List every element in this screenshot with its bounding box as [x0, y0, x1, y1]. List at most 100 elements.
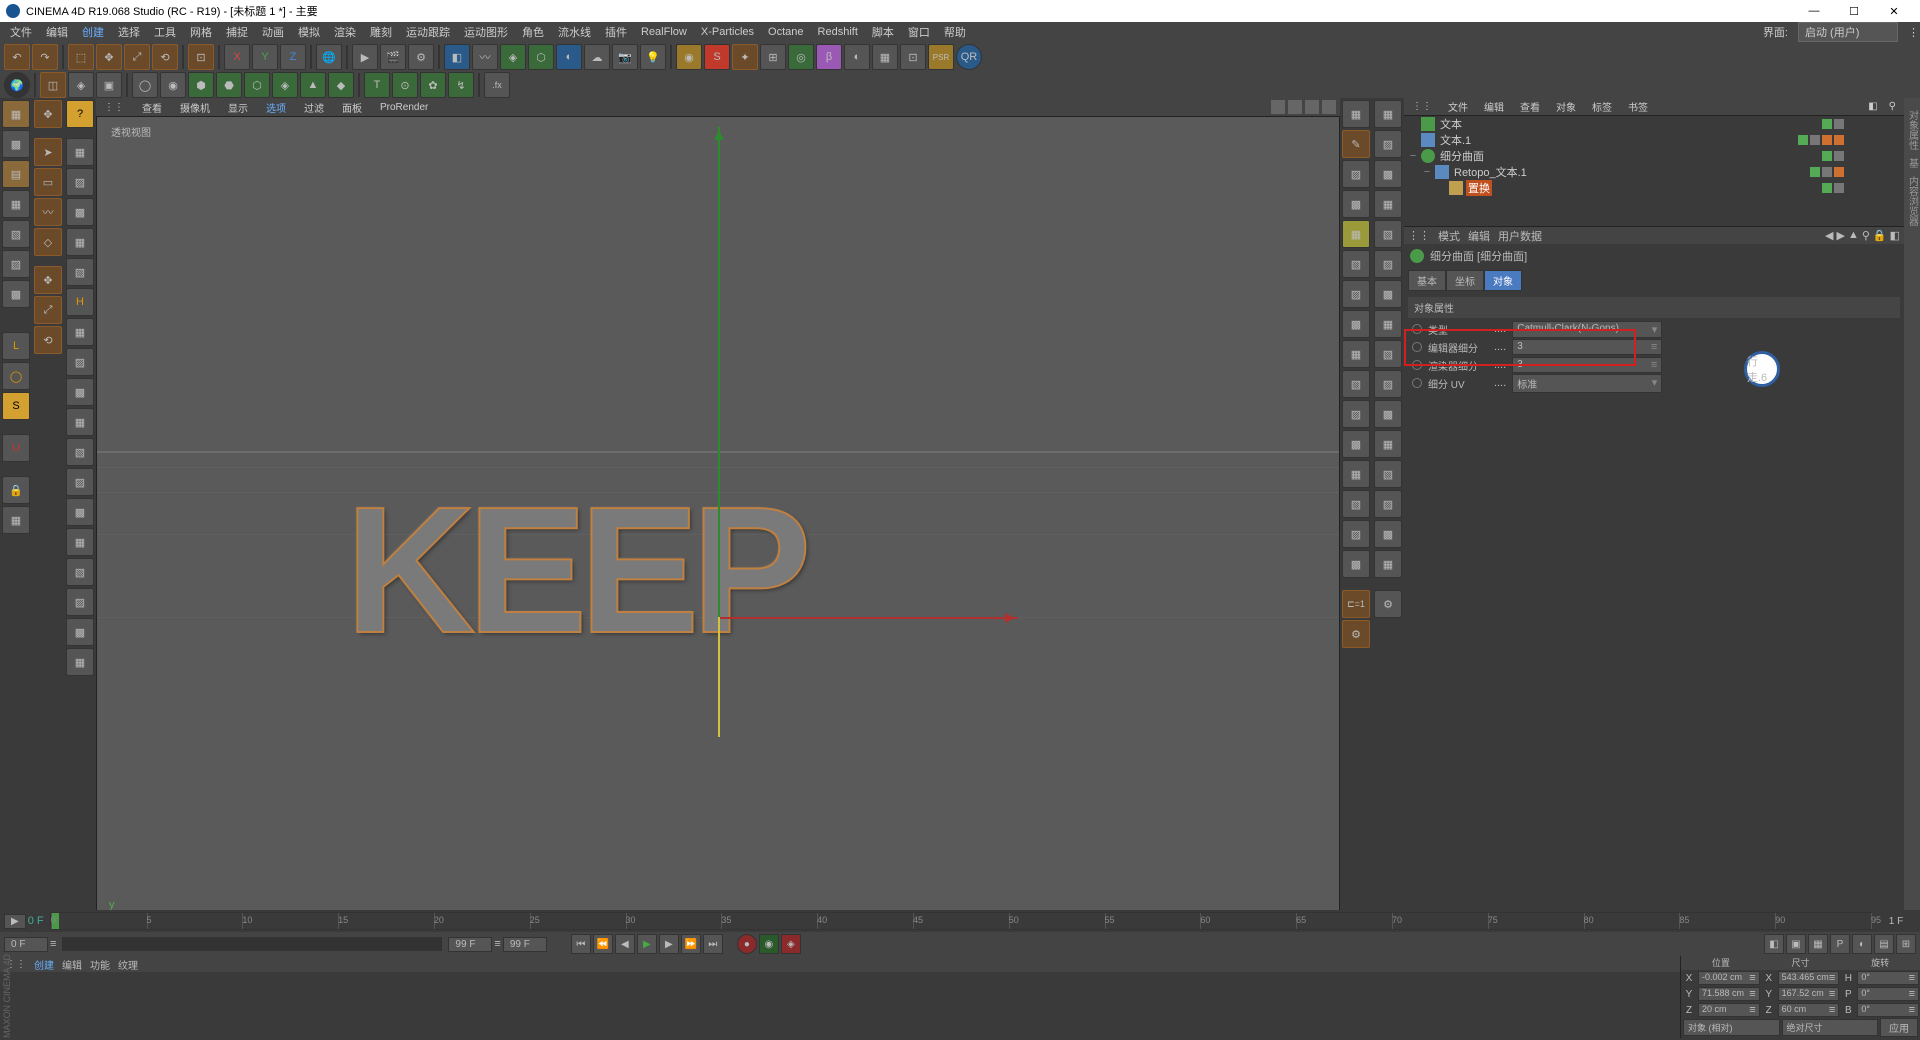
lt-s-icon[interactable]: S	[2, 392, 30, 420]
rt4-icon[interactable]: ▩	[1342, 190, 1370, 218]
axis-y-icon[interactable]: Y	[252, 44, 278, 70]
rtt9-icon[interactable]: ▧	[1374, 340, 1402, 368]
object-name[interactable]: 文本	[1438, 116, 1464, 132]
help-icon[interactable]: ?	[66, 100, 94, 128]
menu-sculpt[interactable]: 雕刻	[364, 22, 398, 42]
vp-nav1-icon[interactable]	[1271, 100, 1285, 114]
mtab-create[interactable]: 创建	[34, 957, 54, 972]
play-icon[interactable]: ▶	[637, 934, 657, 954]
menu-char[interactable]: 角色	[516, 22, 550, 42]
globe-icon[interactable]: 🌍	[4, 72, 30, 98]
tree-row[interactable]: −细分曲面	[1404, 148, 1904, 164]
undo-icon[interactable]: ↶	[4, 44, 30, 70]
gen1-icon[interactable]: ⬢	[188, 72, 214, 98]
rt3-icon[interactable]: ▨	[1342, 160, 1370, 188]
tag-icon[interactable]	[1822, 119, 1832, 129]
mesh3-icon[interactable]: ▩	[66, 198, 94, 226]
rt8-icon[interactable]: ▩	[1342, 310, 1370, 338]
opt3-icon[interactable]: ▦	[1808, 934, 1828, 954]
tag-icon[interactable]	[1798, 135, 1808, 145]
otab-tag[interactable]: 标签	[1588, 98, 1616, 115]
axis-x-icon[interactable]: X	[224, 44, 250, 70]
redo-icon[interactable]: ↷	[32, 44, 58, 70]
move-icon[interactable]: ✥	[34, 266, 62, 294]
apply-button[interactable]: 应用	[1880, 1018, 1918, 1037]
tag-icon[interactable]	[1822, 183, 1832, 193]
mesh16-icon[interactable]: ▨	[66, 588, 94, 616]
mesh17-icon[interactable]: ▩	[66, 618, 94, 646]
psr-icon[interactable]: PSR	[928, 44, 954, 70]
axis-x-gizmo[interactable]	[718, 617, 1018, 619]
mode1-icon[interactable]: ◈	[68, 72, 94, 98]
rt-scale-icon[interactable]: ⊏=1	[1342, 590, 1370, 618]
close-button[interactable]: ✕	[1874, 1, 1914, 21]
rtt8-icon[interactable]: ▦	[1374, 310, 1402, 338]
qr-icon[interactable]: QR	[956, 44, 982, 70]
prop-value-field[interactable]: 3≡	[1512, 339, 1662, 355]
prop-value-field[interactable]: Catmull-Clark(N-Gons)▾	[1512, 321, 1662, 338]
plugin8-icon[interactable]: ▦	[872, 44, 898, 70]
layout-dropdown[interactable]: 启动 (用户)	[1798, 22, 1898, 42]
mesh1-icon[interactable]: ▦	[66, 138, 94, 166]
mesh15-icon[interactable]: ▧	[66, 558, 94, 586]
anim-dot-icon[interactable]	[1412, 324, 1422, 334]
pos-field[interactable]: 20 cm≡	[1698, 1003, 1760, 1017]
anim-dot-icon[interactable]	[1412, 378, 1422, 388]
side-tab-3[interactable]: 内容浏览器	[1905, 172, 1920, 230]
plugin4-icon[interactable]: ⊞	[760, 44, 786, 70]
rtt6-icon[interactable]: ▨	[1374, 250, 1402, 278]
gen7-icon[interactable]: ⊙	[392, 72, 418, 98]
plugin1-icon[interactable]: ◉	[676, 44, 702, 70]
menu-help[interactable]: 帮助	[938, 22, 972, 42]
size-field[interactable]: 543.465 cm≡	[1778, 971, 1840, 985]
tag-icon[interactable]	[1834, 135, 1844, 145]
menu-sim[interactable]: 模拟	[292, 22, 326, 42]
lt-magnet-icon[interactable]: U	[2, 434, 30, 462]
attr-nav-lock-icon[interactable]: 🔒	[1873, 229, 1887, 242]
expand-icon[interactable]: −	[1408, 150, 1418, 162]
rtt16-icon[interactable]: ▦	[1374, 550, 1402, 578]
mesh5-icon[interactable]: ▧	[66, 258, 94, 286]
pos-field[interactable]: 71.588 cm≡	[1698, 987, 1760, 1001]
menu-snap[interactable]: 捕捉	[220, 22, 254, 42]
autokey-icon[interactable]: ◉	[759, 934, 779, 954]
vtab-filter[interactable]: 过滤	[300, 99, 328, 116]
lt5-icon[interactable]: ▧	[2, 220, 30, 248]
pos-field[interactable]: -0.002 cm≡	[1698, 971, 1760, 985]
current-frame-field[interactable]: 0 F	[4, 937, 48, 952]
next-frame-icon[interactable]: ▶	[659, 934, 679, 954]
generator2-icon[interactable]: ⬡	[528, 44, 554, 70]
rtt2-icon[interactable]: ▨	[1374, 130, 1402, 158]
lt7-icon[interactable]: ▩	[2, 280, 30, 308]
rtt3-icon[interactable]: ▩	[1374, 160, 1402, 188]
tag-icon[interactable]	[1822, 167, 1832, 177]
rt6-icon[interactable]: ▧	[1342, 250, 1370, 278]
mesh10-icon[interactable]: ▦	[66, 408, 94, 436]
mesh7-icon[interactable]: ▦	[66, 318, 94, 346]
mesh2-icon[interactable]: ▨	[66, 168, 94, 196]
light-icon[interactable]: 💡	[640, 44, 666, 70]
editable-icon[interactable]: ◫	[40, 72, 66, 98]
opt4-icon[interactable]: ◐	[1852, 934, 1872, 954]
cube-primitive-icon[interactable]: ◧	[444, 44, 470, 70]
mesh9-icon[interactable]: ▩	[66, 378, 94, 406]
frame-spinner-icon[interactable]: ≡	[50, 938, 56, 950]
vp-nav3-icon[interactable]	[1305, 100, 1319, 114]
lt-lock-icon[interactable]: 🔒	[2, 476, 30, 504]
mtab-func[interactable]: 功能	[90, 957, 110, 972]
menu-mesh[interactable]: 网格	[184, 22, 218, 42]
lt6-icon[interactable]: ▨	[2, 250, 30, 278]
vp-nav4-icon[interactable]	[1322, 100, 1336, 114]
vp-handle-icon[interactable]: ⋮⋮	[100, 101, 128, 114]
otab-bookmark[interactable]: 书签	[1624, 98, 1652, 115]
tag-icon[interactable]	[1810, 167, 1820, 177]
menu-window[interactable]: 窗口	[902, 22, 936, 42]
rot-field[interactable]: 0°≡	[1857, 1003, 1919, 1017]
select-tool-icon[interactable]: ⬚	[68, 44, 94, 70]
object-name[interactable]: Retopo_文本.1	[1452, 164, 1529, 180]
spline-icon[interactable]: 〰	[472, 44, 498, 70]
scale-icon[interactable]: ⤢	[34, 296, 62, 324]
otab-view[interactable]: 查看	[1516, 98, 1544, 115]
end-frame-field[interactable]: 99 F	[448, 937, 492, 952]
rtt10-icon[interactable]: ▨	[1374, 370, 1402, 398]
